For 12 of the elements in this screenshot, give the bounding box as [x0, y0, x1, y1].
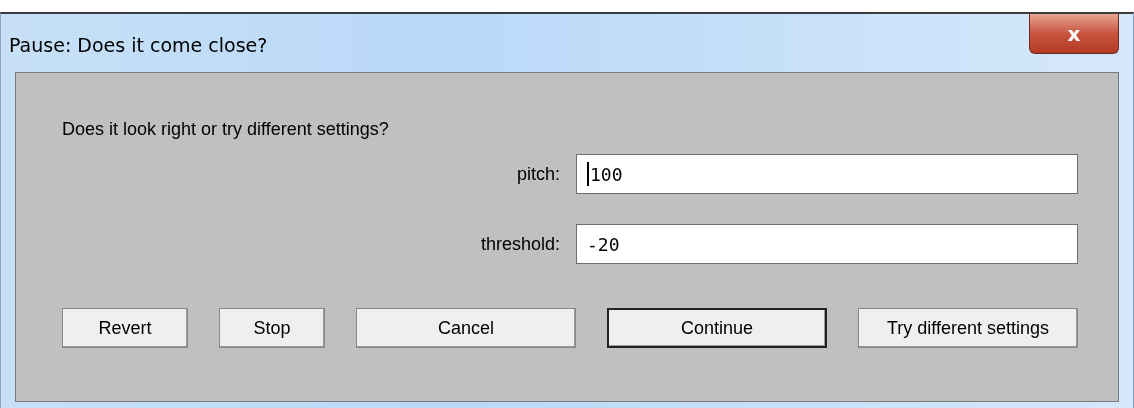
dialog-button[interactable]: Stop — [219, 308, 325, 348]
dialog-button[interactable]: Continue — [607, 308, 827, 348]
dialog-button[interactable]: Cancel — [356, 308, 576, 348]
field-label: threshold: — [480, 233, 560, 255]
dialog-button[interactable]: Try different settings — [858, 308, 1078, 348]
input-field[interactable]: -20 — [576, 224, 1078, 264]
prompt-text: Does it look right or try different settings? — [62, 119, 390, 140]
input-field[interactable]: 100 — [576, 154, 1078, 194]
dialog-button[interactable]: Revert — [62, 308, 188, 348]
field-label: pitch: — [516, 163, 560, 185]
close-button[interactable]: x — [1029, 14, 1119, 54]
window-title: Pause: Does it come close? — [9, 34, 268, 56]
